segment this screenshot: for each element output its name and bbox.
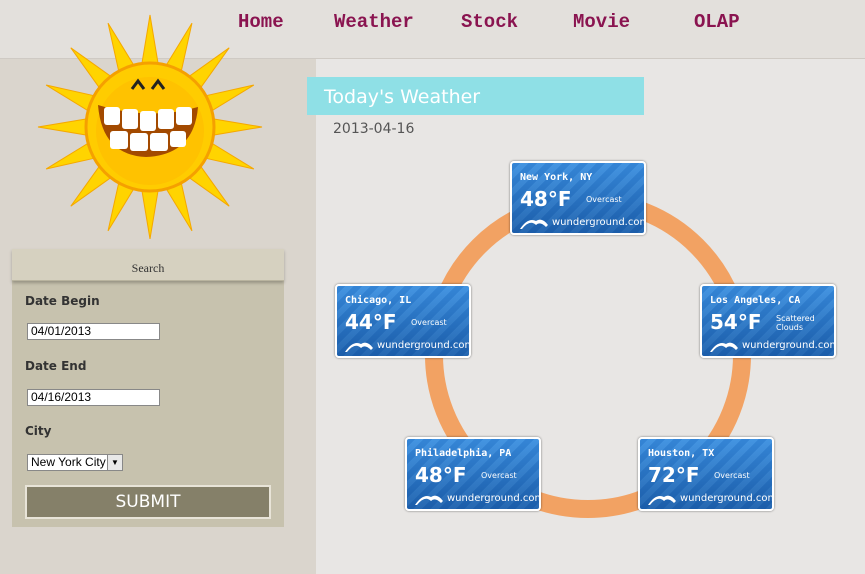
card-condition: Overcast: [714, 471, 750, 480]
wunderground-logo-icon: [648, 495, 676, 505]
weather-card-philadelphia[interactable]: Philadelphia, PA 48°F Overcast wundergro…: [405, 437, 541, 511]
card-brand-label: wunderground.com®: [447, 493, 539, 504]
card-brand-label: wunderground.com®: [377, 340, 469, 351]
card-city: New York, NY: [520, 172, 593, 183]
weather-card-chicago[interactable]: Chicago, IL 44°F Overcast wunderground.c…: [335, 284, 471, 358]
card-temperature: 48°F: [520, 187, 572, 211]
card-condition: Overcast: [481, 471, 517, 480]
card-condition: Scattered Clouds: [776, 314, 815, 332]
card-city: Houston, TX: [648, 448, 715, 459]
wunderground-logo-icon: [520, 219, 548, 229]
card-brand-label: wunderground.com®: [742, 340, 834, 351]
card-city: Chicago, IL: [345, 295, 412, 306]
card-city: Los Angeles, CA: [710, 295, 801, 306]
card-condition: Overcast: [586, 195, 622, 204]
wunderground-logo-icon: [345, 342, 373, 352]
weather-card-los-angeles[interactable]: Los Angeles, CA 54°F Scattered Clouds wu…: [700, 284, 836, 358]
card-city: Philadelphia, PA: [415, 448, 512, 459]
wunderground-logo-icon: [415, 495, 443, 505]
wunderground-logo-icon: [710, 342, 738, 352]
weather-card-new-york[interactable]: New York, NY 48°F Overcast wunderground.…: [510, 161, 646, 235]
card-temperature: 72°F: [648, 463, 700, 487]
card-temperature: 54°F: [710, 310, 762, 334]
weather-card-houston[interactable]: Houston, TX 72°F Overcast wunderground.c…: [638, 437, 774, 511]
card-brand-label: wunderground.com®: [552, 217, 644, 228]
card-temperature: 44°F: [345, 310, 397, 334]
card-temperature: 48°F: [415, 463, 467, 487]
card-brand-label: wunderground.com®: [680, 493, 772, 504]
card-condition: Overcast: [411, 318, 447, 327]
